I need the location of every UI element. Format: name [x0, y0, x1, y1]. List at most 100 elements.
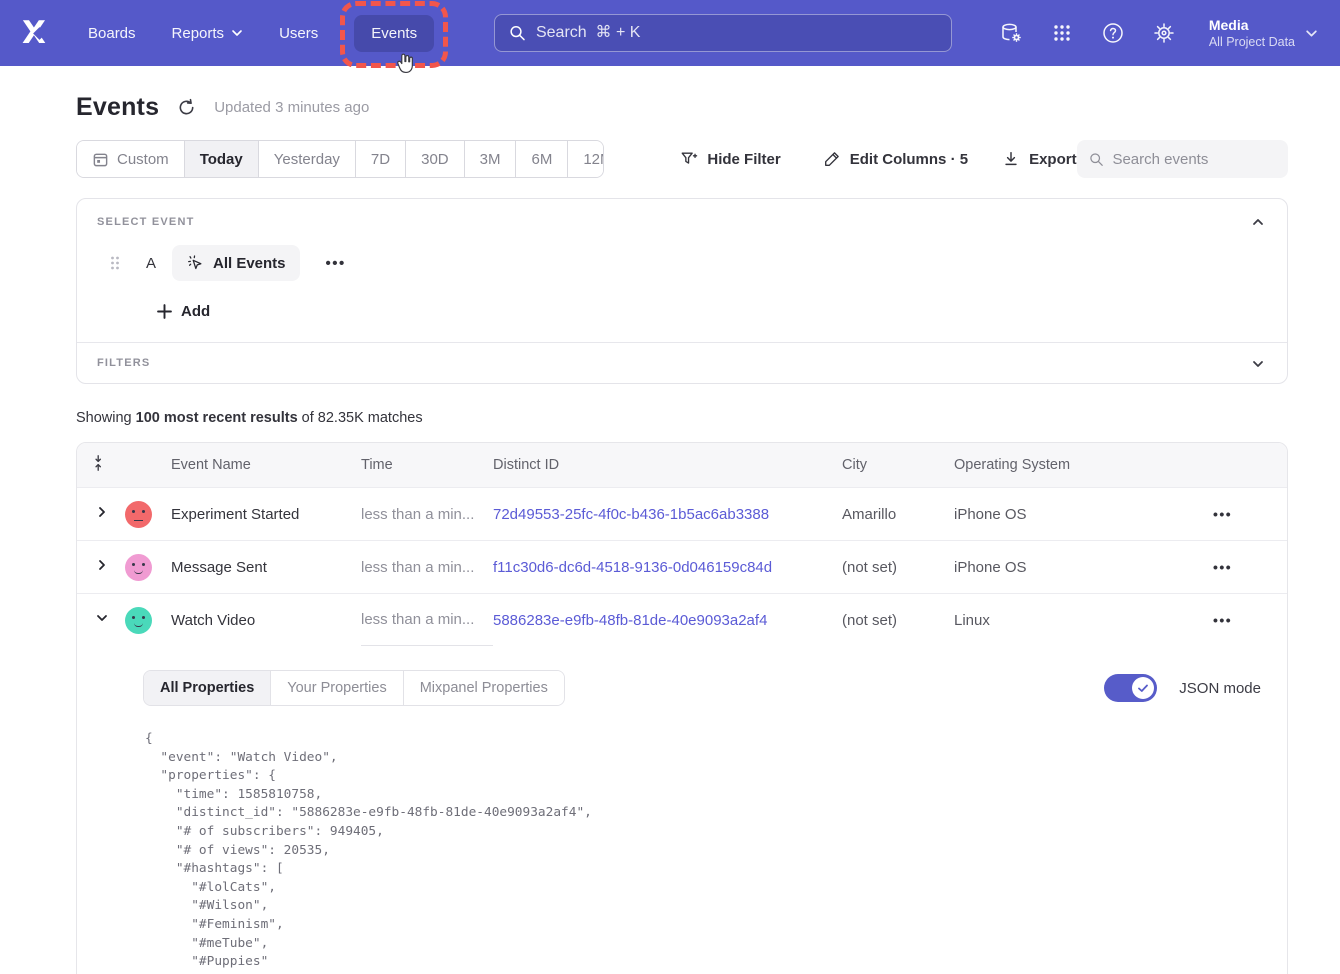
refresh-icon[interactable] [177, 98, 196, 117]
results-summary: Showing 100 most recent results of 82.35… [76, 410, 1288, 426]
edit-columns-button[interactable]: Edit Columns · 5 [823, 150, 968, 168]
date-range-today[interactable]: Today [185, 141, 259, 177]
filters-label: FILTERS [97, 357, 1267, 369]
sort-icon[interactable] [93, 454, 107, 472]
chevron-down-icon [1305, 27, 1318, 40]
global-search-input[interactable] [536, 24, 937, 42]
event-json-view: { "event": "Watch Video", "properties": … [145, 730, 1261, 974]
json-mode-toggle[interactable] [1104, 674, 1157, 702]
cell-time: less than a min... [361, 506, 493, 523]
clause-letter: A [144, 255, 158, 272]
row-more-menu[interactable]: ••• [1213, 612, 1287, 628]
select-event-section: SELECT EVENT A All Events ••• Add [77, 199, 1287, 342]
cell-city: Amarillo [842, 506, 954, 523]
event-detail-panel: All Properties Your Properties Mixpanel … [77, 646, 1287, 974]
cell-os: iPhone OS [954, 559, 1213, 576]
cell-event-name: Watch Video [171, 612, 361, 629]
drag-handle-icon[interactable] [109, 255, 121, 271]
table-row[interactable]: Experiment Started less than a min... 72… [77, 487, 1287, 540]
col-time[interactable]: Time [361, 457, 493, 473]
chevron-right-icon[interactable] [95, 558, 109, 572]
table-row-expanded[interactable]: Watch Video less than a min... 5886283e-… [77, 593, 1287, 646]
chevron-right-icon[interactable] [95, 505, 109, 519]
date-range-yesterday[interactable]: Yesterday [259, 141, 356, 177]
nav-item-boards[interactable]: Boards [88, 25, 136, 42]
table-row[interactable]: Message Sent less than a min... f11c30d6… [77, 540, 1287, 593]
date-range-group: Custom Today Yesterday 7D 30D 3M 6M 12M [76, 140, 604, 178]
event-avatar [125, 554, 152, 581]
last-updated-text: Updated 3 minutes ago [214, 99, 369, 116]
events-search-input[interactable] [1112, 151, 1276, 168]
download-icon [1002, 150, 1020, 168]
page-title: Events [76, 93, 159, 122]
chevron-up-icon[interactable] [1251, 215, 1265, 229]
row-more-menu[interactable]: ••• [1213, 506, 1287, 522]
date-range-6m[interactable]: 6M [516, 141, 568, 177]
cell-city: (not set) [842, 612, 954, 629]
select-event-label: SELECT EVENT [97, 216, 1267, 228]
col-city[interactable]: City [842, 457, 954, 473]
filters-section[interactable]: FILTERS [77, 342, 1287, 383]
tab-your-properties[interactable]: Your Properties [271, 671, 403, 705]
top-nav: X Boards Reports Users Events [0, 0, 1340, 66]
cell-event-name: Message Sent [171, 559, 361, 576]
tab-mixpanel-properties[interactable]: Mixpanel Properties [404, 671, 564, 705]
help-icon[interactable] [1101, 21, 1125, 45]
date-range-12m[interactable]: 12M [568, 141, 604, 177]
apps-grid-icon[interactable] [1050, 21, 1074, 45]
tab-all-properties[interactable]: All Properties [144, 671, 271, 705]
hand-cursor-icon [394, 52, 416, 76]
data-management-icon[interactable] [999, 21, 1023, 45]
chevron-down-icon[interactable] [1251, 357, 1265, 371]
col-event-name[interactable]: Event Name [171, 457, 361, 473]
date-range-7d[interactable]: 7D [356, 141, 406, 177]
settings-gear-icon[interactable] [1152, 21, 1176, 45]
nav-item-users[interactable]: Users [279, 25, 318, 42]
col-distinct-id[interactable]: Distinct ID [493, 457, 842, 473]
search-icon [1089, 151, 1104, 168]
global-search[interactable] [494, 14, 952, 52]
cell-os: Linux [954, 612, 1213, 629]
chevron-down-icon[interactable] [95, 611, 109, 625]
cell-distinct-id[interactable]: f11c30d6-dc6d-4518-9136-0d046159c84d [493, 559, 842, 576]
cell-os: iPhone OS [954, 506, 1213, 523]
date-range-custom[interactable]: Custom [77, 141, 185, 177]
selected-event-name: All Events [213, 255, 286, 272]
cell-event-name: Experiment Started [171, 506, 361, 523]
properties-tab-group: All Properties Your Properties Mixpanel … [143, 670, 565, 706]
event-selector-pill[interactable]: All Events [172, 245, 300, 281]
export-button[interactable]: Export [1002, 150, 1077, 168]
magic-cursor-icon [186, 254, 204, 272]
pencil-icon [823, 150, 841, 168]
event-clause-row: A All Events ••• [97, 245, 1267, 281]
project-selector[interactable]: Media All Project Data [1209, 16, 1318, 50]
query-builder-card: SELECT EVENT A All Events ••• Add [76, 198, 1288, 384]
toggle-knob [1132, 677, 1154, 699]
date-range-3m[interactable]: 3M [465, 141, 517, 177]
project-subtitle: All Project Data [1209, 34, 1295, 50]
cell-time: less than a min... [361, 559, 493, 576]
plus-icon [157, 304, 172, 319]
json-mode-label: JSON mode [1179, 680, 1261, 697]
row-more-menu[interactable]: ••• [1213, 559, 1287, 575]
project-name: Media [1209, 16, 1295, 34]
calendar-icon [92, 151, 109, 168]
search-icon [509, 24, 526, 42]
nav-item-events[interactable]: Events [354, 15, 434, 52]
cell-distinct-id[interactable]: 72d49553-25fc-4f0c-b436-1b5ac6ab3388 [493, 506, 842, 523]
add-event-button[interactable]: Add [157, 303, 1267, 320]
event-avatar [125, 607, 152, 634]
events-table: Event Name Time Distinct ID City Operati… [76, 442, 1288, 974]
chevron-down-icon [231, 27, 243, 39]
filter-funnel-icon [680, 150, 698, 168]
mixpanel-logo[interactable]: X [22, 16, 58, 50]
cell-distinct-id[interactable]: 5886283e-e9fb-48fb-81de-40e9093a2af4 [493, 612, 842, 629]
hide-filter-button[interactable]: Hide Filter [680, 150, 780, 168]
col-operating-system[interactable]: Operating System [954, 457, 1213, 473]
table-header: Event Name Time Distinct ID City Operati… [77, 443, 1287, 487]
events-search[interactable] [1077, 140, 1288, 178]
cell-city: (not set) [842, 559, 954, 576]
event-more-menu[interactable]: ••• [326, 255, 346, 272]
nav-item-reports[interactable]: Reports [172, 25, 244, 42]
date-range-30d[interactable]: 30D [406, 141, 465, 177]
